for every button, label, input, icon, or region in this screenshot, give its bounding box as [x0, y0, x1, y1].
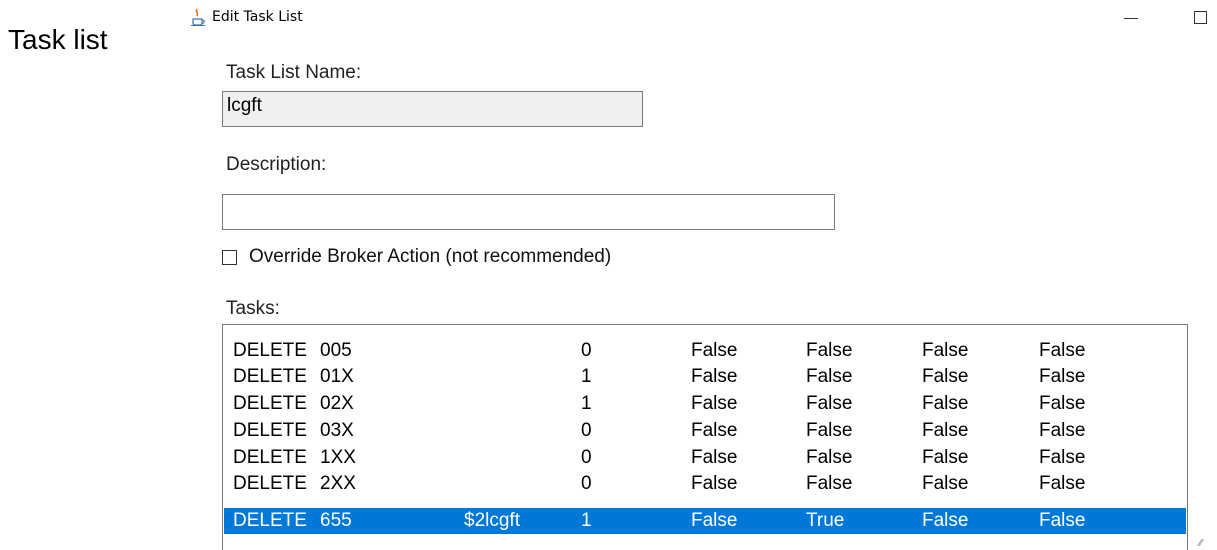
task-flag-2: False [806, 420, 853, 441]
task-flag-3: False [922, 393, 969, 414]
task-count: 0 [581, 340, 592, 361]
task-count: 0 [581, 447, 592, 468]
task-user: $2lcgft [464, 510, 520, 531]
task-flag-3: False [922, 510, 969, 531]
task-code: 03X [320, 420, 354, 441]
task-flag-1: False [691, 366, 738, 387]
task-flag-2: False [806, 340, 853, 361]
task-flag-4: False [1039, 366, 1086, 387]
task-flag-2: True [806, 510, 845, 531]
tasks-label: Tasks: [226, 298, 280, 319]
task-code: 02X [320, 393, 354, 414]
task-list-name-label: Task List Name: [226, 62, 362, 83]
task-count: 0 [581, 473, 592, 494]
task-action: DELETE [233, 393, 307, 414]
task-list-name-field[interactable]: lcgft [222, 91, 643, 127]
task-code: 01X [320, 366, 354, 387]
task-flag-1: False [691, 447, 738, 468]
task-action: DELETE [233, 366, 307, 387]
task-row[interactable]: DELETE 1XX 0 False False False False [224, 445, 1186, 471]
task-action: DELETE [233, 340, 307, 361]
override-broker-label: Override Broker Action (not recommended) [249, 246, 612, 267]
description-field[interactable] [222, 194, 835, 230]
task-count: 0 [581, 420, 592, 441]
task-flag-3: False [922, 447, 969, 468]
task-count: 1 [581, 366, 592, 387]
task-code: 2XX [320, 473, 356, 494]
task-row[interactable]: DELETE 2XX 0 False False False False [224, 471, 1186, 497]
task-row[interactable]: DELETE 01X 1 False False False False [224, 364, 1186, 390]
task-flag-1: False [691, 420, 738, 441]
maximize-icon[interactable] [1190, 6, 1212, 28]
task-row[interactable]: DELETE 02X 1 False False False False [224, 391, 1186, 417]
task-code: 1XX [320, 447, 356, 468]
task-flag-2: False [806, 447, 853, 468]
task-code: 655 [320, 510, 352, 531]
window-titlebar: Edit Task List [186, 0, 1217, 34]
tasks-listbox[interactable]: DELETE 005 0 False False False False DEL… [222, 324, 1188, 550]
task-flag-1: False [691, 340, 738, 361]
task-code: 005 [320, 340, 352, 361]
resize-grip-icon[interactable]: ⁄⁄ [1199, 538, 1202, 549]
task-flag-2: False [806, 393, 853, 414]
task-flag-1: False [691, 473, 738, 494]
task-row[interactable]: DELETE 005 0 False False False False [224, 338, 1186, 364]
task-flag-2: False [806, 473, 853, 494]
task-flag-4: False [1039, 420, 1086, 441]
task-flag-1: False [691, 510, 738, 531]
slide-title: Task list [8, 24, 108, 55]
task-count: 1 [581, 510, 592, 531]
task-action: DELETE [233, 473, 307, 494]
task-flag-1: False [691, 393, 738, 414]
override-broker-checkbox[interactable] [222, 250, 237, 265]
task-flag-4: False [1039, 473, 1086, 494]
java-cup-icon [191, 8, 205, 26]
minimize-icon[interactable] [1120, 6, 1142, 28]
task-flag-4: False [1039, 340, 1086, 361]
task-flag-3: False [922, 420, 969, 441]
screen: Task list Edit Task List Task List Name:… [0, 0, 1217, 550]
task-count: 1 [581, 393, 592, 414]
task-action: DELETE [233, 510, 307, 531]
task-action: DELETE [233, 447, 307, 468]
description-label: Description: [226, 154, 327, 175]
task-flag-3: False [922, 366, 969, 387]
task-flag-3: False [922, 473, 969, 494]
window-title: Edit Task List [212, 9, 303, 25]
task-flag-3: False [922, 340, 969, 361]
task-flag-4: False [1039, 510, 1086, 531]
task-row[interactable]: DELETE 03X 0 False False False False [224, 418, 1186, 444]
task-flag-4: False [1039, 447, 1086, 468]
task-row-selected[interactable]: DELETE 655 $2lcgft 1 False True False Fa… [224, 508, 1186, 534]
task-flag-4: False [1039, 393, 1086, 414]
task-flag-2: False [806, 366, 853, 387]
task-action: DELETE [233, 420, 307, 441]
